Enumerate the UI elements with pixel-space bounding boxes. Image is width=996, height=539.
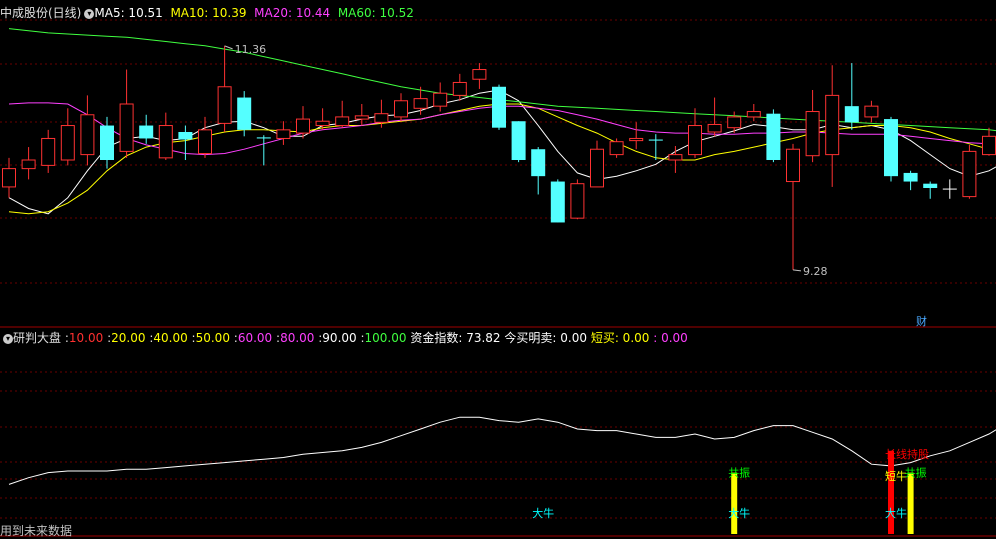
candle-body <box>100 125 114 160</box>
candle-body <box>119 103 134 152</box>
signal-label: 大牛 <box>728 506 750 520</box>
signal-bar <box>731 472 738 534</box>
level-50: 50.00 <box>195 331 230 345</box>
indicator-title: 研判大盘 <box>13 331 62 345</box>
low-price-label: 9.28 <box>803 265 828 278</box>
signal-label: 长线持股 <box>885 447 929 461</box>
low-marker <box>792 269 802 272</box>
candle-body <box>844 106 859 123</box>
candle-body <box>374 113 389 123</box>
candle-body <box>335 116 350 127</box>
candle-body <box>531 149 546 177</box>
candle-body <box>609 141 624 156</box>
candle-body <box>805 111 820 157</box>
candle-body <box>727 116 742 129</box>
signal-bar <box>907 472 914 534</box>
settings-dot-icon[interactable]: ▾ <box>84 8 95 19</box>
candle-body <box>590 148 604 188</box>
candle-body <box>492 86 506 128</box>
short-buy-label: 短买 <box>590 331 615 345</box>
candle-body <box>158 125 173 159</box>
candle-body <box>237 97 252 130</box>
high-marker <box>224 45 233 50</box>
level-90: 90.00 <box>322 331 357 345</box>
fund-index-line <box>8 416 996 485</box>
ma5-label: MA5: 10.51 <box>94 6 163 20</box>
main-chart-header: 中成股份(日线) ▾ MA5: 10.51 MA10: 10.39 MA20: 10… <box>0 4 414 22</box>
signal-label: 大牛 <box>532 506 554 520</box>
buy-sell-value: 今买明卖: 0.00 <box>504 331 587 345</box>
candle-body <box>550 181 565 223</box>
ma60-label: MA60: 10.52 <box>337 6 414 20</box>
candle-body <box>982 135 996 156</box>
level-100: 100.00 <box>364 331 407 345</box>
chart-canvas[interactable]: 11.369.28财大牛共振大牛长线持股短牛共振大牛 <box>0 0 996 539</box>
indicator-header: ▾ 研判大盘 :10.00 :20.00 :40.00 :50.00 :60.00… <box>0 329 688 347</box>
stock-title: 中成股份(日线) <box>0 6 82 20</box>
candle-body <box>198 129 212 155</box>
ma20-label: MA20: 10.44 <box>254 6 331 20</box>
candle-body <box>648 139 663 141</box>
candle-body <box>315 120 330 127</box>
candle-body <box>668 154 683 161</box>
signal-label: 共振 <box>905 466 927 480</box>
candle-body <box>923 183 938 188</box>
finance-event-label: 财 <box>916 314 927 328</box>
candle-body <box>2 168 16 188</box>
level-10: 10.00 <box>68 331 104 345</box>
candle-body <box>276 129 291 139</box>
candle-body <box>707 123 722 133</box>
candle-body <box>864 105 879 118</box>
candle-body <box>570 183 585 219</box>
candle-body <box>903 172 918 182</box>
indicator-settings-icon[interactable]: ▾ <box>3 333 13 344</box>
candle-body <box>21 159 36 170</box>
level-20: 20.00 <box>111 331 146 345</box>
candle-body <box>884 119 898 177</box>
candle-body <box>688 125 702 156</box>
signal-bar <box>888 450 894 534</box>
candle-body <box>296 118 310 134</box>
candle-body <box>452 81 467 96</box>
ma10-label: MA10: 10.39 <box>170 6 247 20</box>
candle-body <box>433 92 448 107</box>
candle-body <box>60 125 75 161</box>
high-price-label: 11.36 <box>235 43 267 56</box>
candle-body <box>139 125 154 139</box>
signal-label: 共振 <box>728 466 750 480</box>
candle-body <box>41 137 56 166</box>
fund-index-value: 资金指数: 73.82 <box>410 331 501 345</box>
last-value: : 0.00 <box>653 331 688 345</box>
future-data-warning: 用到未来数据 <box>0 524 73 538</box>
level-60: 60.00 <box>237 331 273 345</box>
candle-body <box>394 100 408 118</box>
signal-label: 大牛 <box>885 506 907 520</box>
short-buy-value: : 0.00 <box>614 331 650 345</box>
candle-body <box>354 115 369 120</box>
candle-body <box>746 111 761 118</box>
candle-body <box>256 137 271 139</box>
candle-body <box>178 132 193 140</box>
candle-body <box>80 114 95 156</box>
candle-body <box>786 148 800 183</box>
level-40: 40.00 <box>153 331 188 345</box>
candle-body <box>217 86 232 124</box>
candle-body <box>472 69 487 80</box>
candle-body <box>766 113 781 160</box>
candle-body <box>962 150 977 198</box>
candle-body <box>413 98 428 109</box>
candle-body <box>511 121 526 160</box>
candle-body <box>825 94 840 156</box>
candle-body <box>629 137 644 142</box>
level-80: 80.00 <box>280 331 315 345</box>
